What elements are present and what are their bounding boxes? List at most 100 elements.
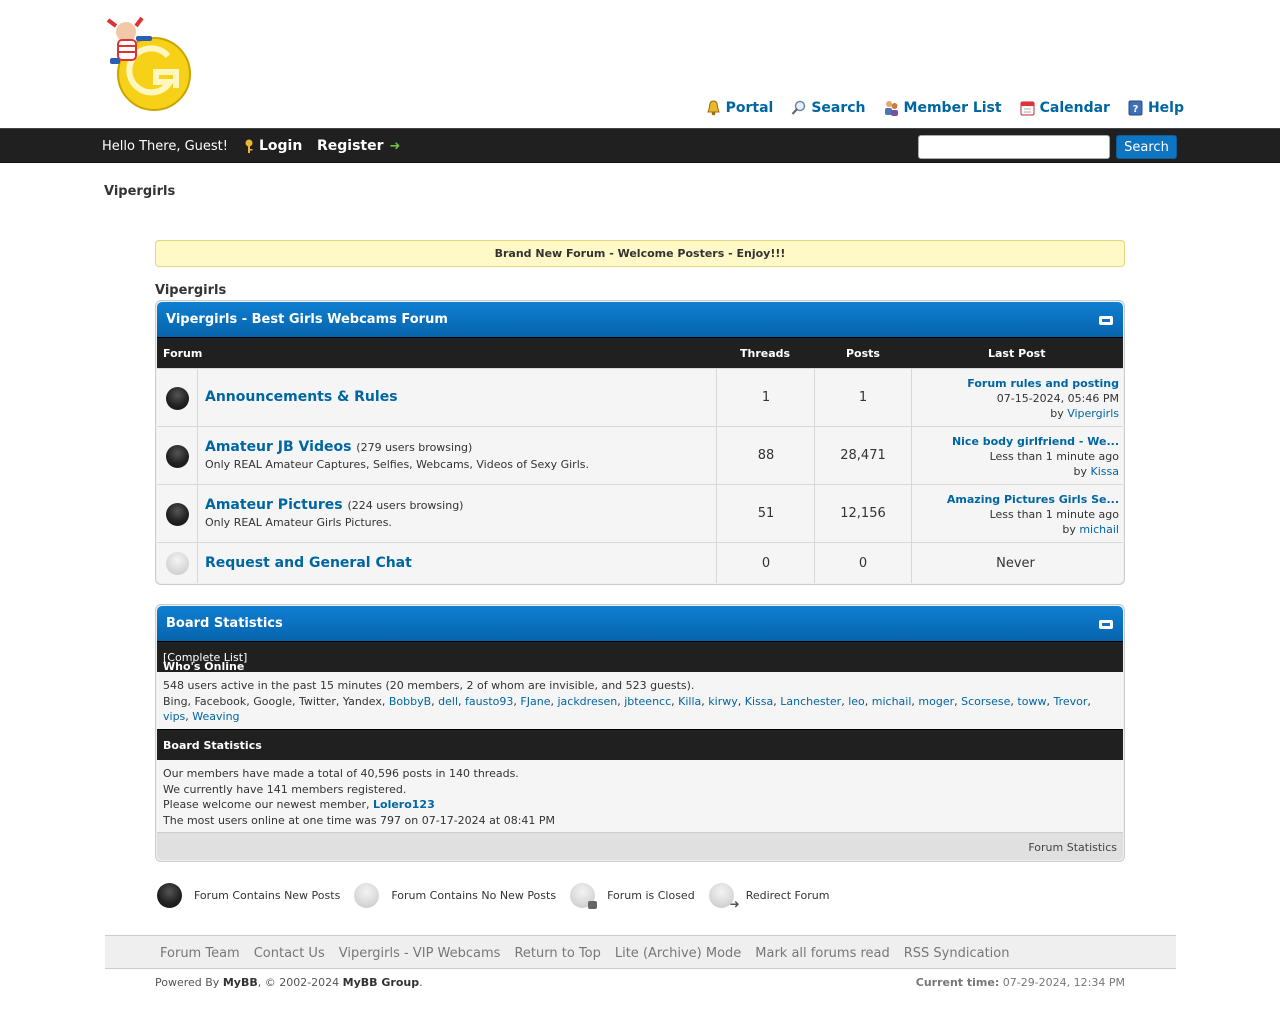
last-post-user[interactable]: michail [1079, 523, 1119, 536]
whos-online-body: 548 users active in the past 15 minutes … [157, 672, 1123, 729]
online-member[interactable]: vips [163, 710, 185, 723]
forum-table-header: Vipergirls - Best Girls Webcams Forum [157, 302, 1123, 337]
users-browsing: (279 users browsing) [356, 441, 473, 454]
menu-search[interactable]: Search [791, 100, 866, 116]
online-member[interactable]: jackdresen [557, 695, 617, 708]
online-member[interactable]: Killa [678, 695, 701, 708]
online-member[interactable]: Trevor [1053, 695, 1087, 708]
users-browsing: (224 users browsing) [347, 499, 464, 512]
forum-description: Only REAL Amateur Girls Pictures. [205, 516, 392, 529]
svg-text:?: ? [1133, 104, 1139, 115]
whos-online-header: Who's Online [Complete List] [157, 641, 1123, 673]
menu-calendar[interactable]: Calendar [1020, 100, 1110, 116]
stats-footer: Forum Statistics [157, 832, 1123, 860]
footer-rss[interactable]: RSS Syndication [904, 946, 1010, 961]
online-member[interactable]: fausto93 [465, 695, 513, 708]
last-post-user[interactable]: Vipergirls [1067, 407, 1119, 420]
footer-mark-read[interactable]: Mark all forums read [755, 946, 889, 961]
mybb-group-link[interactable]: MyBB Group [343, 976, 419, 989]
register-link[interactable]: Register ➜ [317, 138, 400, 154]
help-icon: ? [1128, 100, 1143, 116]
arrow-right-icon: ➜ [389, 138, 401, 154]
last-post-title[interactable]: Forum rules and posting [967, 377, 1119, 390]
last-post-never: Never [996, 556, 1035, 571]
forum-link[interactable]: Announcements & Rules [205, 389, 398, 405]
online-member[interactable]: leo [848, 695, 865, 708]
last-post-title[interactable]: Amazing Pictures Girls Se... [947, 493, 1119, 506]
mybb-link[interactable]: MyBB [223, 976, 258, 989]
col-posts: Posts [846, 347, 880, 360]
breadcrumb[interactable]: Vipergirls [104, 184, 175, 199]
last-post-user[interactable]: Kissa [1091, 465, 1119, 478]
online-member[interactable]: FJane [520, 695, 550, 708]
calendar-icon [1020, 101, 1035, 116]
online-member[interactable]: Scorsese [961, 695, 1010, 708]
forum-description: Only REAL Amateur Captures, Selfies, Web… [205, 458, 589, 471]
forum-link[interactable]: Amateur JB Videos (279 users browsing) [205, 439, 472, 455]
forum-link[interactable]: Request and General Chat [205, 555, 412, 571]
stats-total-posts: Our members have made a total of 40,596 … [163, 767, 519, 780]
newest-member-link[interactable]: Lolero123 [373, 798, 435, 811]
new-posts-icon [166, 503, 189, 526]
last-post-time: Less than 1 minute ago [989, 508, 1119, 521]
footer-contact-us[interactable]: Contact Us [254, 946, 325, 961]
last-post-title[interactable]: Nice body girlfriend - We... [952, 435, 1119, 448]
login-link[interactable]: Login [244, 138, 302, 154]
menu-help[interactable]: ? Help [1128, 100, 1184, 116]
online-bots: Bing, Facebook, Google, Twitter, Yandex, [163, 694, 389, 708]
forum-legend: Forum Contains New Posts Forum Contains … [157, 883, 843, 911]
menu-portal[interactable]: Portal [706, 100, 773, 116]
category-label: Vipergirls [155, 283, 227, 298]
footer-vip-webcams[interactable]: Vipergirls - VIP Webcams [339, 946, 501, 961]
redirect-forum-icon [708, 883, 740, 911]
copyright: Powered By MyBB, © 2002-2024 MyBB Group. [155, 976, 423, 989]
stats-title: Board Statistics [166, 616, 283, 631]
forum-link[interactable]: Amateur Pictures (224 users browsing) [205, 497, 463, 513]
online-member[interactable]: dell [438, 695, 458, 708]
search-input[interactable] [918, 135, 1110, 159]
online-member[interactable]: toww [1017, 695, 1046, 708]
online-member[interactable]: michail [872, 695, 912, 708]
stats-most-online: The most users online at one time was 79… [163, 813, 556, 827]
online-member[interactable]: Weaving [192, 710, 239, 723]
collapse-icon[interactable] [1099, 316, 1113, 325]
collapse-icon[interactable] [1099, 620, 1113, 629]
last-post: Never [912, 543, 1123, 583]
current-time: Current time: 07-29-2024, 12:34 PM [915, 976, 1125, 989]
site-logo[interactable] [96, 8, 196, 112]
category-title[interactable]: Vipergirls - Best Girls Webcams Forum [166, 312, 448, 327]
online-member[interactable]: jbteencc [624, 695, 671, 708]
last-post: Nice body girlfriend - We... Less than 1… [951, 435, 1119, 478]
board-statistics: Board Statistics Who's Online [Complete … [155, 604, 1125, 862]
footer-lite-mode[interactable]: Lite (Archive) Mode [615, 946, 741, 961]
new-posts-icon [166, 387, 189, 410]
footer-forum-team[interactable]: Forum Team [160, 946, 240, 961]
online-member[interactable]: kirwy [708, 695, 737, 708]
online-member[interactable]: Lanchester [780, 695, 841, 708]
col-forum: Forum [163, 347, 203, 360]
col-last-post: Last Post [988, 347, 1046, 360]
thread-count: 1 [761, 390, 771, 405]
thread-count: 0 [761, 556, 771, 571]
online-member[interactable]: Kissa [745, 695, 773, 708]
footer-return-to-top[interactable]: Return to Top [514, 946, 600, 961]
forum-row: Amateur JB Videos (279 users browsing) O… [157, 426, 1123, 484]
menu-member-list[interactable]: Member List [884, 100, 1002, 116]
post-count: 0 [858, 556, 868, 571]
post-count: 12,156 [840, 506, 886, 521]
forum-table: Vipergirls - Best Girls Webcams Forum Fo… [155, 300, 1125, 585]
last-post-time: 07-15-2024, 05:46 PM [996, 392, 1119, 405]
no-new-posts-icon [354, 883, 380, 908]
board-stats-body: Our members have made a total of 40,596 … [157, 760, 1123, 832]
thread-count: 88 [757, 448, 775, 463]
announcement-banner: Brand New Forum - Welcome Posters - Enjo… [155, 240, 1125, 267]
user-panel: Hello There, Guest! Login Register ➜ Sea… [0, 128, 1280, 163]
online-member[interactable]: BobbyB [389, 695, 431, 708]
online-member[interactable]: moger [918, 695, 954, 708]
last-post: Forum rules and posting 07-15-2024, 05:4… [967, 377, 1119, 420]
guest-greeting: Hello There, Guest! [102, 139, 228, 154]
header: Portal Search Member List Calendar ? Hel… [0, 0, 1280, 128]
online-summary: 548 users active in the past 15 minutes … [163, 679, 695, 692]
search-button[interactable]: Search [1116, 135, 1177, 159]
forum-row: Amateur Pictures (224 users browsing) On… [157, 484, 1123, 542]
